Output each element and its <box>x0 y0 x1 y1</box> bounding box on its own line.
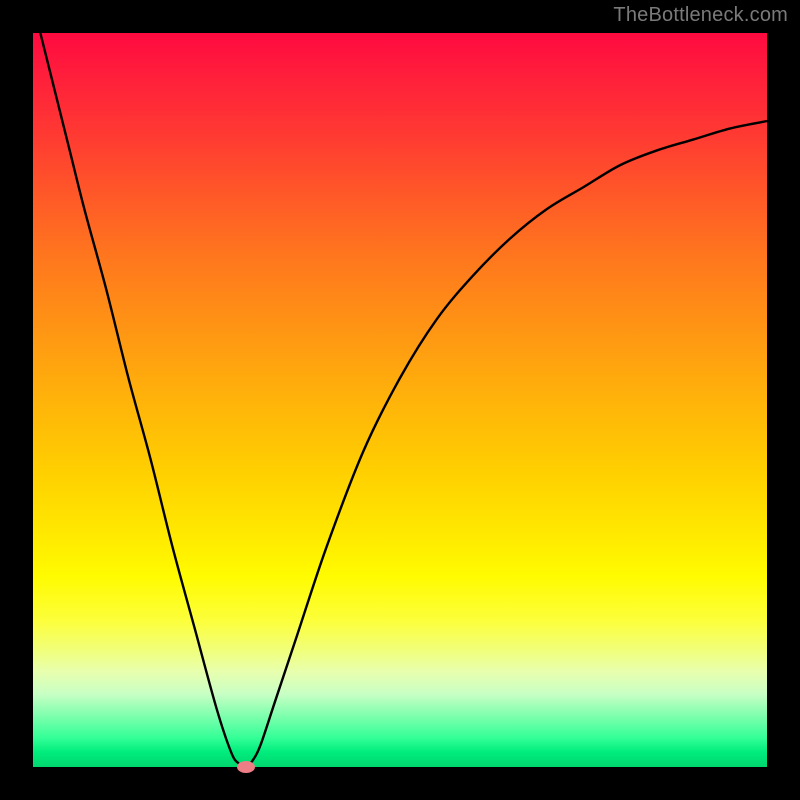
curve-svg <box>33 33 767 767</box>
attribution-text: TheBottleneck.com <box>613 4 788 27</box>
chart-frame: TheBottleneck.com <box>0 0 800 800</box>
plot-area <box>33 33 767 767</box>
bottleneck-curve <box>40 33 767 767</box>
optimum-marker <box>237 761 255 773</box>
